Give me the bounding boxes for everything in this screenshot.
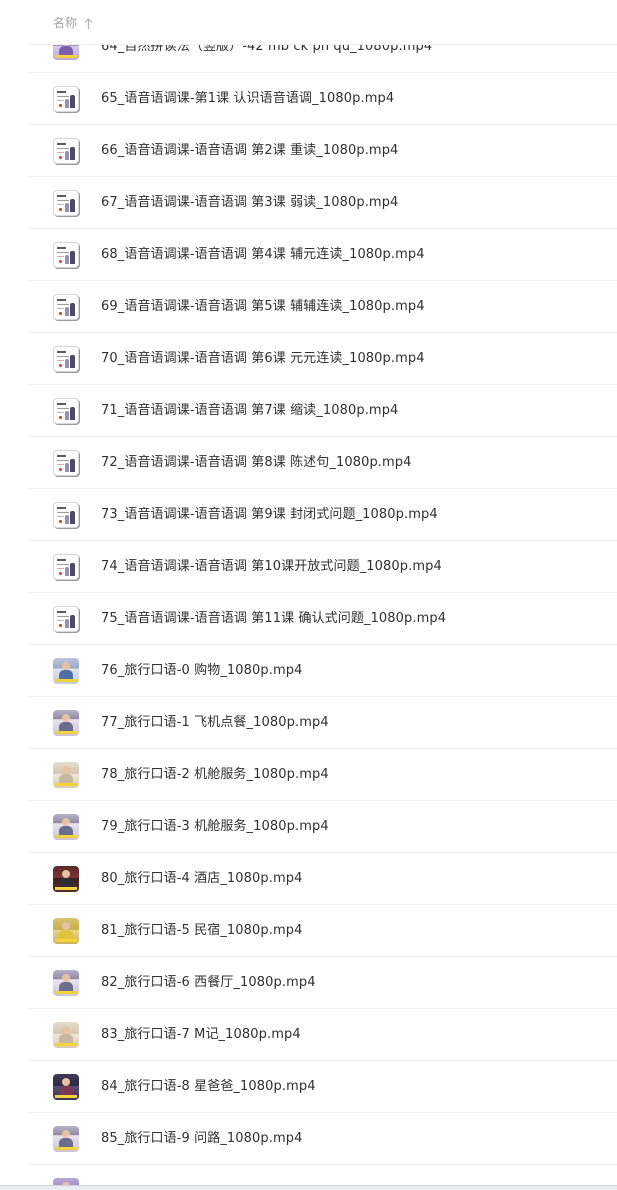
horizontal-scrollbar[interactable] (0, 1185, 617, 1190)
file-row[interactable]: 79_旅行口语-3 机舱服务_1080p.mp4 (28, 801, 617, 853)
video-thumbnail-icon (53, 970, 79, 996)
file-row[interactable]: 70_语音语调课-语音语调 第6课 元元连读_1080p.mp4 (28, 333, 617, 385)
file-name[interactable]: 72_语音语调课-语音语调 第8课 陈述句_1080p.mp4 (101, 453, 412, 473)
file-row[interactable]: 82_旅行口语-6 西餐厅_1080p.mp4 (28, 957, 617, 1009)
video-thumbnail-icon (53, 1126, 79, 1152)
file-row[interactable]: 80_旅行口语-4 酒店_1080p.mp4 (28, 853, 617, 905)
file-row[interactable]: 75_语音语调课-语音语调 第11课 确认式问题_1080p.mp4 (28, 593, 617, 645)
video-thumbnail-icon (53, 710, 79, 736)
video-thumbnail-icon (53, 606, 79, 632)
file-name[interactable]: 84_旅行口语-8 星爸爸_1080p.mp4 (101, 1077, 316, 1097)
file-row[interactable]: 73_语音语调课-语音语调 第9课 封闭式问题_1080p.mp4 (28, 489, 617, 541)
file-row[interactable]: 76_旅行口语-0 购物_1080p.mp4 (28, 645, 617, 697)
video-thumbnail-icon (53, 762, 79, 788)
file-row[interactable]: 81_旅行口语-5 民宿_1080p.mp4 (28, 905, 617, 957)
video-thumbnail-icon (53, 398, 79, 424)
file-row[interactable]: 68_语音语调课-语音语调 第4课 辅元连读_1080p.mp4 (28, 229, 617, 281)
list-header: 名称 (0, 0, 617, 45)
file-row[interactable]: 72_语音语调课-语音语调 第8课 陈述句_1080p.mp4 (28, 437, 617, 489)
file-row[interactable]: 77_旅行口语-1 飞机点餐_1080p.mp4 (28, 697, 617, 749)
video-thumbnail-icon (53, 502, 79, 528)
file-row[interactable]: 78_旅行口语-2 机舱服务_1080p.mp4 (28, 749, 617, 801)
file-name[interactable]: 68_语音语调课-语音语调 第4课 辅元连读_1080p.mp4 (101, 245, 425, 265)
file-row[interactable]: 74_语音语调课-语音语调 第10课开放式问题_1080p.mp4 (28, 541, 617, 593)
file-row[interactable]: 66_语音语调课-语音语调 第2课 重读_1080p.mp4 (28, 125, 617, 177)
file-name[interactable]: 82_旅行口语-6 西餐厅_1080p.mp4 (101, 973, 316, 993)
file-name[interactable]: 73_语音语调课-语音语调 第9课 封闭式问题_1080p.mp4 (101, 505, 438, 525)
video-thumbnail-icon (53, 554, 79, 580)
file-name[interactable]: 83_旅行口语-7 M记_1080p.mp4 (101, 1025, 301, 1045)
file-name[interactable]: 70_语音语调课-语音语调 第6课 元元连读_1080p.mp4 (101, 349, 425, 369)
column-name-label: 名称 (53, 16, 78, 30)
file-name[interactable]: 69_语音语调课-语音语调 第5课 辅辅连读_1080p.mp4 (101, 297, 425, 317)
file-row[interactable]: 85_旅行口语-9 问路_1080p.mp4 (28, 1113, 617, 1165)
video-thumbnail-icon (53, 918, 79, 944)
file-name[interactable]: 78_旅行口语-2 机舱服务_1080p.mp4 (101, 765, 329, 785)
video-thumbnail-icon (53, 814, 79, 840)
file-row[interactable]: 71_语音语调课-语音语调 第7课 缩读_1080p.mp4 (28, 385, 617, 437)
video-thumbnail-icon (53, 138, 79, 164)
file-row[interactable]: 67_语音语调课-语音语调 第3课 弱读_1080p.mp4 (28, 177, 617, 229)
video-thumbnail-icon (53, 86, 79, 112)
file-name[interactable]: 75_语音语调课-语音语调 第11课 确认式问题_1080p.mp4 (101, 609, 446, 629)
file-name[interactable]: 67_语音语调课-语音语调 第3课 弱读_1080p.mp4 (101, 193, 398, 213)
video-thumbnail-icon (53, 1022, 79, 1048)
video-thumbnail-icon (53, 1074, 79, 1100)
list-header-row: 名称 (28, 0, 617, 45)
video-thumbnail-icon (53, 242, 79, 268)
video-thumbnail-icon (53, 866, 79, 892)
video-thumbnail-icon (53, 450, 79, 476)
file-row[interactable]: 65_语音语调课-第1课 认识语音语调_1080p.mp4 (28, 73, 617, 125)
file-row[interactable]: 69_语音语调课-语音语调 第5课 辅辅连读_1080p.mp4 (28, 281, 617, 333)
file-name[interactable]: 81_旅行口语-5 民宿_1080p.mp4 (101, 921, 303, 941)
file-name[interactable]: 79_旅行口语-3 机舱服务_1080p.mp4 (101, 817, 329, 837)
file-name[interactable]: 80_旅行口语-4 酒店_1080p.mp4 (101, 869, 303, 889)
file-name[interactable]: 76_旅行口语-0 购物_1080p.mp4 (101, 661, 303, 681)
file-name[interactable]: 85_旅行口语-9 问路_1080p.mp4 (101, 1129, 303, 1149)
file-row[interactable]: 83_旅行口语-7 M记_1080p.mp4 (28, 1009, 617, 1061)
file-name[interactable]: 74_语音语调课-语音语调 第10课开放式问题_1080p.mp4 (101, 557, 442, 577)
video-thumbnail-icon (53, 190, 79, 216)
file-list: 64_自然拼读法（竖版）-42 mb ck ph qu_1080p.mp4 65_… (0, 21, 617, 1190)
file-name[interactable]: 77_旅行口语-1 飞机点餐_1080p.mp4 (101, 713, 329, 733)
video-thumbnail-icon (53, 294, 79, 320)
video-thumbnail-icon (53, 658, 79, 684)
file-name[interactable]: 65_语音语调课-第1课 认识语音语调_1080p.mp4 (101, 89, 394, 109)
column-name-header[interactable]: 名称 (53, 15, 93, 31)
arrow-up-icon (84, 17, 93, 29)
file-row[interactable]: 84_旅行口语-8 星爸爸_1080p.mp4 (28, 1061, 617, 1113)
file-list-viewport: 名称 64_自然拼读法（竖版）-42 mb ck ph qu_1080p.mp4… (0, 0, 617, 1190)
file-name[interactable]: 66_语音语调课-语音语调 第2课 重读_1080p.mp4 (101, 141, 398, 161)
video-thumbnail-icon (53, 346, 79, 372)
file-name[interactable]: 71_语音语调课-语音语调 第7课 缩读_1080p.mp4 (101, 401, 398, 421)
